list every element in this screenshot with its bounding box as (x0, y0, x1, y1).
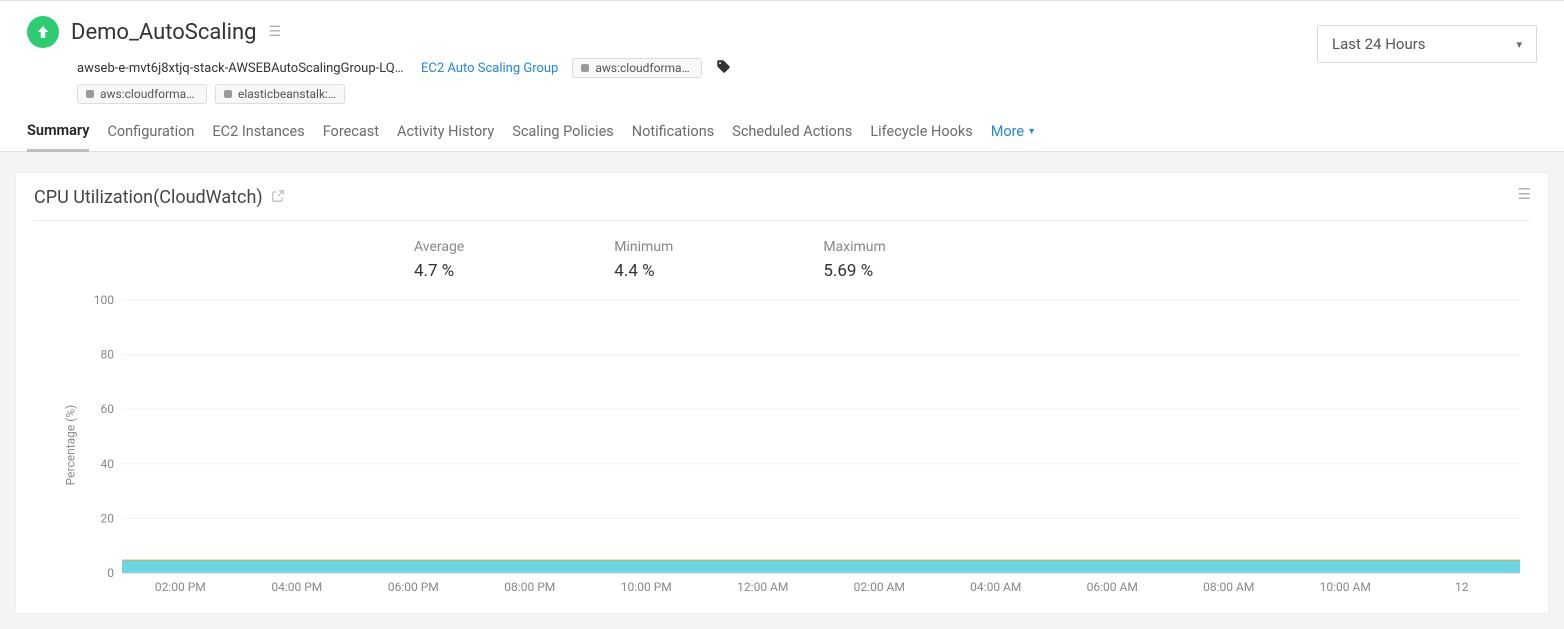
svg-text:06:00 PM: 06:00 PM (388, 580, 439, 594)
svg-text:80: 80 (101, 348, 115, 362)
status-up-icon (27, 16, 59, 48)
chevron-down-icon: ▾ (1516, 38, 1522, 51)
resource-type-link[interactable]: EC2 Auto Scaling Group (421, 61, 558, 76)
panel-title: CPU Utilization(CloudWatch) (34, 187, 263, 208)
svg-text:40: 40 (101, 457, 115, 471)
resource-id: awseb-e-mvt6j8xtjq-stack-AWSEBAutoScalin… (77, 61, 407, 76)
tab-more[interactable]: More ▾ (991, 115, 1034, 150)
svg-text:60: 60 (101, 402, 115, 416)
svg-text:04:00 AM: 04:00 AM (970, 580, 1021, 594)
tab-summary[interactable]: Summary (27, 114, 89, 152)
stat-minimum: Minimum 4.4 % (614, 239, 673, 281)
svg-text:100: 100 (94, 295, 115, 307)
time-range-select[interactable]: Last 24 Hours ▾ (1317, 25, 1537, 63)
stats-row: Average 4.7 % Minimum 4.4 % Maximum 5.69… (34, 221, 1530, 291)
tag-dot-icon (86, 90, 94, 98)
cpu-panel: CPU Utilization(CloudWatch) ☰ Average 4.… (15, 172, 1549, 614)
svg-text:10:00 AM: 10:00 AM (1320, 580, 1371, 594)
hamburger-icon[interactable]: ☰ (269, 25, 281, 39)
tab-bar: Summary Configuration EC2 Instances Fore… (0, 114, 1564, 152)
chart-ylabel: Percentage (%) (63, 405, 77, 486)
tab-notifications[interactable]: Notifications (632, 115, 714, 150)
tab-forecast[interactable]: Forecast (323, 115, 379, 150)
external-link-icon[interactable] (271, 189, 285, 207)
svg-text:20: 20 (101, 511, 115, 525)
svg-text:04:00 PM: 04:00 PM (271, 580, 322, 594)
tab-configuration[interactable]: Configuration (107, 115, 194, 150)
svg-text:08:00 AM: 08:00 AM (1203, 580, 1254, 594)
tag-icon[interactable] (716, 59, 731, 78)
svg-text:06:00 AM: 06:00 AM (1087, 580, 1138, 594)
hamburger-icon[interactable]: ☰ (1518, 187, 1530, 202)
svg-text:0: 0 (107, 566, 114, 580)
stat-maximum: Maximum 5.69 % (823, 239, 885, 281)
page-header: Demo_AutoScaling ☰ Last 24 Hours ▾ awseb… (0, 1, 1564, 114)
page-title: Demo_AutoScaling (71, 20, 257, 45)
tab-scheduled-actions[interactable]: Scheduled Actions (732, 115, 852, 150)
tag-dot-icon (224, 90, 232, 98)
chart: Percentage (%) 0 20 40 60 80 100 02:00 PM 04:00… (34, 295, 1530, 595)
content-area: CPU Utilization(CloudWatch) ☰ Average 4.… (0, 152, 1564, 629)
stat-average: Average 4.7 % (414, 239, 464, 281)
svg-text:10:00 PM: 10:00 PM (621, 580, 672, 594)
tab-activity-history[interactable]: Activity History (397, 115, 494, 150)
tab-lifecycle-hooks[interactable]: Lifecycle Hooks (870, 115, 972, 150)
tag-pill[interactable]: aws:cloudformat... (572, 58, 702, 78)
tag-pill[interactable]: aws:cloudformat... (77, 84, 207, 104)
chart-svg: 0 20 40 60 80 100 02:00 PM 04:00 PM 06:00 PM 08:0… (82, 295, 1524, 595)
tab-ec2-instances[interactable]: EC2 Instances (212, 115, 304, 150)
svg-text:02:00 PM: 02:00 PM (155, 580, 206, 594)
svg-text:12: 12 (1455, 580, 1469, 594)
time-range-value: Last 24 Hours (1332, 35, 1426, 53)
svg-text:02:00 AM: 02:00 AM (854, 580, 905, 594)
svg-text:08:00 PM: 08:00 PM (504, 580, 555, 594)
tab-scaling-policies[interactable]: Scaling Policies (512, 115, 614, 150)
svg-text:12:00 AM: 12:00 AM (737, 580, 788, 594)
tag-pill[interactable]: elasticbeanstalk:... (215, 84, 345, 104)
tag-dot-icon (581, 64, 589, 72)
chevron-down-icon: ▾ (1029, 126, 1034, 137)
